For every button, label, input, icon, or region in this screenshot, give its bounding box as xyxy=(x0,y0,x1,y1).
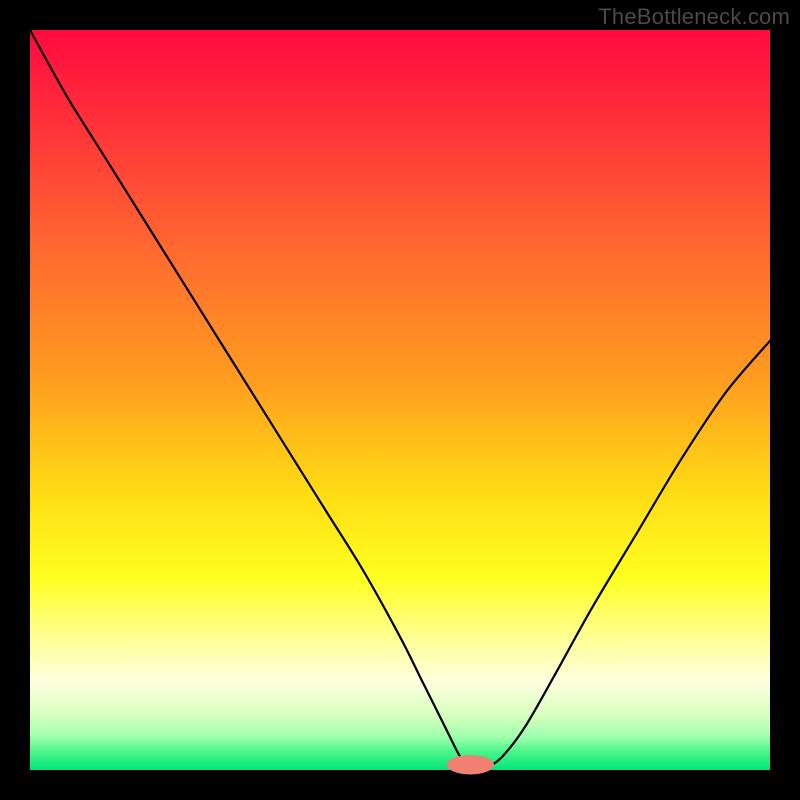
watermark-text: TheBottleneck.com xyxy=(598,4,790,30)
plot-area xyxy=(30,30,770,770)
chart-container: TheBottleneck.com xyxy=(0,0,800,800)
optimal-marker xyxy=(447,755,494,774)
bottleneck-chart xyxy=(0,0,800,800)
